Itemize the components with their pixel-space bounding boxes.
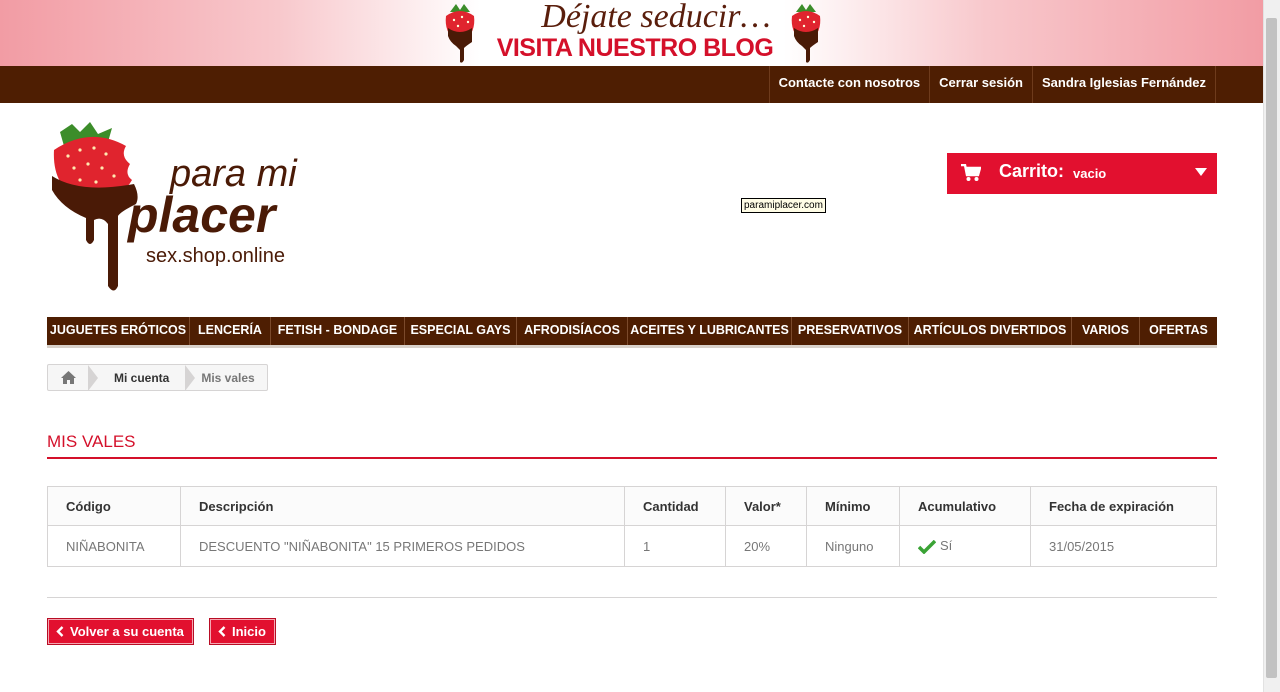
- top-links: Contacte con nosotros Cerrar sesión Sand…: [768, 66, 1216, 103]
- banner-blog-link[interactable]: VISITA NUESTRO BLOG: [490, 34, 780, 63]
- col-fecha-expiracion: Fecha de expiración: [1030, 486, 1217, 526]
- voucher-quantity: 1: [624, 525, 726, 567]
- cart-status: vacio: [1073, 166, 1107, 181]
- top-bar: Contacte con nosotros Cerrar sesión Sand…: [0, 66, 1264, 103]
- table-header-row: Código Descripción Cantidad Valor* Mínim…: [47, 486, 1217, 526]
- voucher-value: 20%: [725, 525, 807, 567]
- cart-button[interactable]: Carrito: vacio: [947, 153, 1217, 194]
- contact-link[interactable]: Contacte con nosotros: [768, 66, 930, 103]
- logo-line3: sex.shop.online: [146, 245, 285, 267]
- menu-item-articulos[interactable]: ARTÍCULOS DIVERTIDOS: [909, 317, 1072, 345]
- menu-item-fetish[interactable]: FETISH - BONDAGE: [271, 317, 405, 345]
- table-row: NIÑABONITA DESCUENTO "NIÑABONITA" 15 PRI…: [47, 525, 1217, 567]
- col-codigo: Código: [47, 486, 181, 526]
- logo-graphic: para mi placer sex.shop.online: [52, 122, 298, 291]
- breadcrumb-separator: [88, 364, 98, 391]
- check-icon: [918, 539, 936, 554]
- page-title: MIS VALES: [47, 432, 1217, 459]
- col-valor: Valor*: [725, 486, 807, 526]
- menu-item-juguetes[interactable]: JUGUETES ERÓTICOS: [47, 317, 190, 345]
- home-icon: [60, 371, 76, 384]
- domain-tooltip: paramiplacer.com: [741, 198, 826, 213]
- vouchers-table: Código Descripción Cantidad Valor* Mínim…: [47, 486, 1217, 567]
- menu-item-aceites[interactable]: ACEITES Y LUBRICANTES: [628, 317, 792, 345]
- voucher-description: DESCUENTO "NIÑABONITA" 15 PRIMEROS PEDID…: [180, 525, 625, 567]
- caret-down-icon: [1195, 168, 1207, 176]
- col-acumulativo: Acumulativo: [899, 486, 1031, 526]
- breadcrumb: Mi cuenta Mis vales: [47, 364, 268, 391]
- menu-item-varios[interactable]: VARIOS: [1072, 317, 1140, 345]
- shopping-cart-icon: [961, 164, 981, 181]
- voucher-minimum: Ninguno: [806, 525, 900, 567]
- chevron-left-icon: [56, 626, 64, 637]
- col-minimo: Mínimo: [806, 486, 900, 526]
- banner-tagline: Déjate seducir…: [541, 0, 771, 35]
- strawberry-icon: [791, 4, 821, 63]
- menu-item-lenceria[interactable]: LENCERÍA: [190, 317, 271, 345]
- back-to-account-label: Volver a su cuenta: [70, 624, 184, 639]
- menu-item-ofertas[interactable]: OFERTAS: [1140, 317, 1217, 345]
- chevron-left-icon: [218, 626, 226, 637]
- voucher-cumulative-cell: Sí: [899, 525, 1031, 567]
- home-button[interactable]: Inicio: [209, 618, 276, 645]
- voucher-expiry: 31/05/2015: [1030, 525, 1217, 567]
- main-menu: JUGUETES ERÓTICOS LENCERÍA FETISH - BOND…: [47, 317, 1217, 348]
- scrollbar-thumb[interactable]: [1266, 18, 1277, 678]
- voucher-code: NIÑABONITA: [47, 525, 181, 567]
- breadcrumb-separator: [185, 364, 196, 391]
- logout-link[interactable]: Cerrar sesión: [929, 66, 1032, 103]
- account-name-link[interactable]: Sandra Iglesias Fernández: [1031, 66, 1216, 103]
- strawberry-icon: [445, 4, 475, 63]
- breadcrumb-home[interactable]: [48, 365, 88, 390]
- logo-line2: placer: [126, 187, 278, 243]
- site-logo[interactable]: para mi placer sex.shop.online: [50, 120, 310, 295]
- promo-banner[interactable]: Déjate seducir… VISITA NUESTRO BLOG: [0, 0, 1264, 66]
- breadcrumb-mi-cuenta[interactable]: Mi cuenta: [98, 371, 185, 385]
- home-label: Inicio: [232, 624, 266, 639]
- back-to-account-button[interactable]: Volver a su cuenta: [47, 618, 194, 645]
- col-cantidad: Cantidad: [624, 486, 726, 526]
- col-descripcion: Descripción: [180, 486, 625, 526]
- cart-label: Carrito:: [999, 161, 1065, 181]
- page-scrollbar[interactable]: [1263, 0, 1280, 692]
- voucher-cumulative: Sí: [940, 538, 953, 554]
- breadcrumb-current: Mis vales: [201, 370, 255, 385]
- divider: [47, 597, 1217, 598]
- menu-item-gays[interactable]: ESPECIAL GAYS: [405, 317, 517, 345]
- menu-item-afrodisiacos[interactable]: AFRODISÍACOS: [517, 317, 628, 345]
- menu-item-preservativos[interactable]: PRESERVATIVOS: [792, 317, 909, 345]
